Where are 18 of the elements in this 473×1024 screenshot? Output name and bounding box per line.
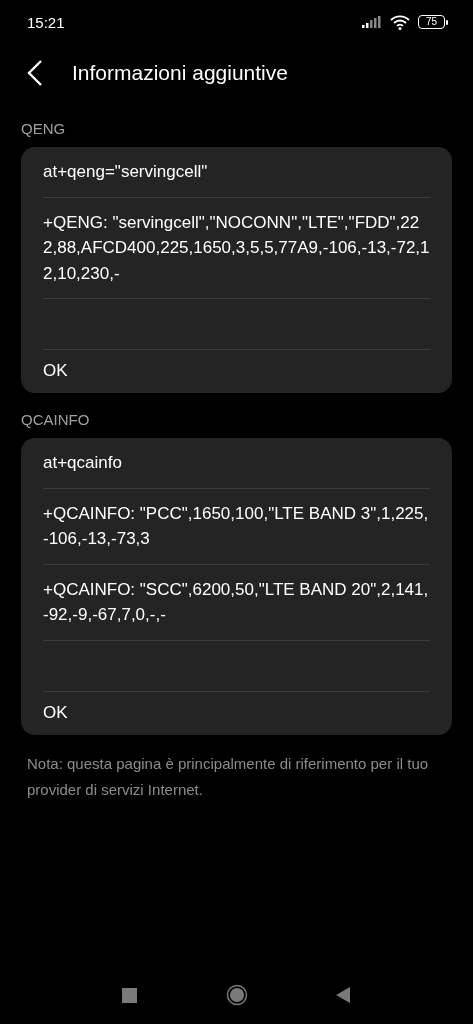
command-text: at+qcainfo (43, 452, 123, 474)
page-title: Informazioni aggiuntive (72, 61, 288, 85)
battery-icon: 75 (418, 15, 448, 29)
command-text: +QCAINFO: "SCC",6200,50,"LTE BAND 20",2,141,-92,-9,-67,7,0,-,- (43, 563, 430, 640)
note-text: Nota: questa pagina è principalmente di riferimento per il tuo provider di servizi Internet. (27, 753, 430, 800)
signal-icon (362, 16, 382, 28)
ok-button[interactable]: OK (43, 690, 430, 735)
ok-button[interactable]: OK (43, 349, 430, 393)
recents-button[interactable] (122, 987, 137, 1003)
command-text: +QENG: "servingcell","NOCONN","LTE","FDD",222,88,AFCD400,225,1650,3,5,5,77A9,-106,-13,-72,12,10,230,- (43, 196, 430, 298)
wifi-icon (390, 14, 410, 30)
section-label: QCAINFO (20, 410, 91, 430)
back-button[interactable] (26, 59, 44, 87)
command-text: +QCAINFO: "PCC",1650,100,"LTE BAND 3",1,225,-106,-13,-73,3 (43, 487, 430, 564)
section-label: QENG (20, 119, 67, 139)
command-text: at+qeng="servingcell" (43, 161, 209, 183)
clock: 15:21 (27, 13, 65, 31)
home-button[interactable] (225, 984, 248, 1006)
